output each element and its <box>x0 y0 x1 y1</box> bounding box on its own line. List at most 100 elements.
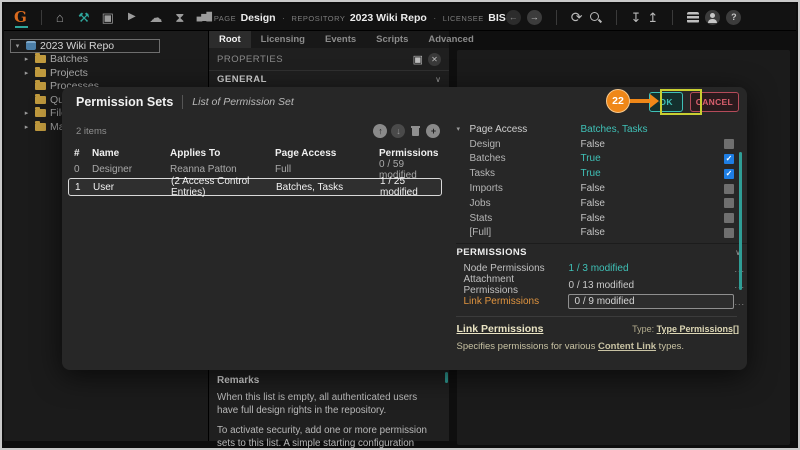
tree-item-batches[interactable]: ▸ Batches <box>22 53 208 67</box>
row-value-field[interactable]: 0 / 9 modified <box>568 294 734 309</box>
database-icon[interactable] <box>687 12 699 23</box>
col-header-applies-to[interactable]: Applies To <box>170 148 275 159</box>
dialog-body: 2 items ↑ ↓ + # Name Applies To Page Acc… <box>62 117 747 370</box>
permissions-section-header[interactable]: PERMISSIONS ∨ <box>456 243 747 260</box>
tree-item-projects[interactable]: ▸ Projects <box>22 66 208 80</box>
remarks-paragraph: When this list is empty, all authenticat… <box>217 392 439 417</box>
cell-permissions: 1 / 25 modified <box>380 176 441 198</box>
page-access-group-row[interactable]: ▾ Page Access Batches, Tasks <box>456 122 747 137</box>
page-access-row-imports[interactable]: Imports False <box>456 181 747 196</box>
home-icon[interactable]: ⌂ <box>50 11 70 24</box>
tree-closed-icon[interactable]: ▸ <box>22 55 31 63</box>
page-access-row-design[interactable]: Design False <box>456 137 747 152</box>
annotation-highlight-box <box>660 89 702 115</box>
cell-num: 0 <box>74 164 92 175</box>
download-icon[interactable]: ↧ <box>631 11 642 24</box>
bar-chart-icon[interactable]: ▄▆█ <box>194 13 214 21</box>
help-icon[interactable]: ? <box>726 10 741 25</box>
annotation-arrow-head <box>650 94 659 108</box>
attachment-permissions-row[interactable]: Attachment Permissions 0 / 13 modified .… <box>456 277 747 294</box>
divider <box>672 10 673 25</box>
row-value: False <box>580 227 724 238</box>
cell-applies-to: Reanna Patton <box>170 164 275 175</box>
jobs-bag-icon[interactable]: ⧗ <box>170 11 190 24</box>
permission-sets-dialog: Permission Sets List of Permission Set O… <box>62 87 747 370</box>
close-icon[interactable]: ✕ <box>428 53 441 66</box>
search-icon[interactable] <box>589 11 602 24</box>
chevron-down-icon[interactable]: ∨ <box>435 75 441 84</box>
tab-scripts[interactable]: Scripts <box>366 31 418 48</box>
tree-root-2023-wiki-repo[interactable]: ▾ 2023 Wiki Repo <box>10 39 160 53</box>
help-text: types. <box>656 341 684 352</box>
tab-licensing[interactable]: Licensing <box>251 31 315 48</box>
row-label: Batches <box>456 153 580 164</box>
archive-icon[interactable]: ▣ <box>98 11 118 24</box>
tree-closed-icon[interactable]: ▸ <box>22 123 31 131</box>
checkbox-unchecked[interactable] <box>724 184 734 194</box>
help-title-link[interactable]: Link Permissions <box>456 323 543 335</box>
licensee-label: LICENSEE <box>443 14 484 23</box>
col-header-num[interactable]: # <box>74 148 92 159</box>
folder-icon <box>35 109 46 117</box>
col-header-page-access[interactable]: Page Access <box>275 148 379 159</box>
tree-open-icon[interactable]: ▾ <box>13 42 22 50</box>
table-row-selected[interactable]: 1 User (2 Access Control Entries) Batche… <box>68 178 442 196</box>
help-text: Specifies permissions for various <box>456 341 598 352</box>
dialog-title: Permission Sets <box>76 95 173 109</box>
move-down-icon[interactable]: ↓ <box>391 124 405 138</box>
row-value: 0 / 13 modified <box>568 280 690 291</box>
delete-icon[interactable] <box>411 126 420 136</box>
tools-icon[interactable]: ⚒ <box>74 11 94 24</box>
row-value: False <box>580 213 724 224</box>
checkbox-unchecked[interactable] <box>724 228 734 238</box>
page-access-row-jobs[interactable]: Jobs False <box>456 196 747 211</box>
checkbox-unchecked[interactable] <box>724 198 734 208</box>
page-access-row-stats[interactable]: Stats False <box>456 211 747 226</box>
user-account-icon[interactable] <box>705 10 720 25</box>
licensee-value[interactable]: BIS <box>488 12 506 24</box>
refresh-icon[interactable]: ⟳ <box>571 10 583 24</box>
page-value[interactable]: Design <box>241 12 276 24</box>
type-permissions-link[interactable]: Type Permissions[] <box>657 324 739 334</box>
back-icon[interactable]: ← <box>506 10 521 25</box>
page-access-row-full[interactable]: [Full] False <box>456 226 747 241</box>
checkbox-unchecked[interactable] <box>724 139 734 149</box>
tree-open-icon[interactable]: ▾ <box>456 125 469 133</box>
save-icon[interactable]: ▣ <box>413 53 423 66</box>
page-access-label: Page Access <box>469 124 527 135</box>
tree-closed-icon[interactable]: ▸ <box>22 109 31 117</box>
page-access-row-batches[interactable]: Batches True ✓ <box>456 152 747 167</box>
page-access-row-tasks[interactable]: Tasks True ✓ <box>456 166 747 181</box>
link-permissions-row[interactable]: Link Permissions 0 / 9 modified ... <box>456 293 747 310</box>
repository-label: REPOSITORY <box>291 14 345 23</box>
upload-icon[interactable]: ↥ <box>647 11 658 24</box>
cloud-upload-icon[interactable]: ☁ <box>146 11 166 24</box>
content-link-link[interactable]: Content Link <box>598 341 656 352</box>
tab-root[interactable]: Root <box>209 31 251 48</box>
move-up-icon[interactable]: ↑ <box>373 124 387 138</box>
app-logo[interactable]: G <box>12 10 33 25</box>
type-label: Type: <box>632 324 654 334</box>
tab-events[interactable]: Events <box>315 31 366 48</box>
remarks-paragraph: To activate security, add one or more pe… <box>217 425 439 450</box>
col-header-permissions[interactable]: Permissions <box>379 148 442 159</box>
tree-closed-icon[interactable]: ▸ <box>22 69 31 77</box>
col-header-name[interactable]: Name <box>92 148 170 159</box>
nav-icon-group: ⌂ ⚒ ▣ ▶ ☁ ⧗ ▄▆█ <box>50 11 214 24</box>
tree-item-label: Batches <box>50 53 88 65</box>
panel-scrollbar[interactable] <box>445 372 448 383</box>
pane-scrollbar[interactable] <box>739 152 742 290</box>
tab-advanced[interactable]: Advanced <box>418 31 483 48</box>
checkbox-unchecked[interactable] <box>724 213 734 223</box>
general-section-header[interactable]: GENERAL ∨ <box>209 70 449 88</box>
add-icon[interactable]: + <box>426 124 440 138</box>
repository-value[interactable]: 2023 Wiki Repo <box>350 12 427 24</box>
divider <box>556 10 557 25</box>
checkbox-checked[interactable]: ✓ <box>724 154 734 164</box>
media-icon[interactable]: ▶ <box>122 12 142 22</box>
tree-root-label: 2023 Wiki Repo <box>40 40 114 52</box>
topbar-actions: ← → ⟳ ↧ ↥ ? <box>506 10 742 25</box>
checkbox-checked[interactable]: ✓ <box>724 169 734 179</box>
forward-icon[interactable]: → <box>527 10 542 25</box>
ellipsis-button[interactable]: ... <box>734 297 745 307</box>
